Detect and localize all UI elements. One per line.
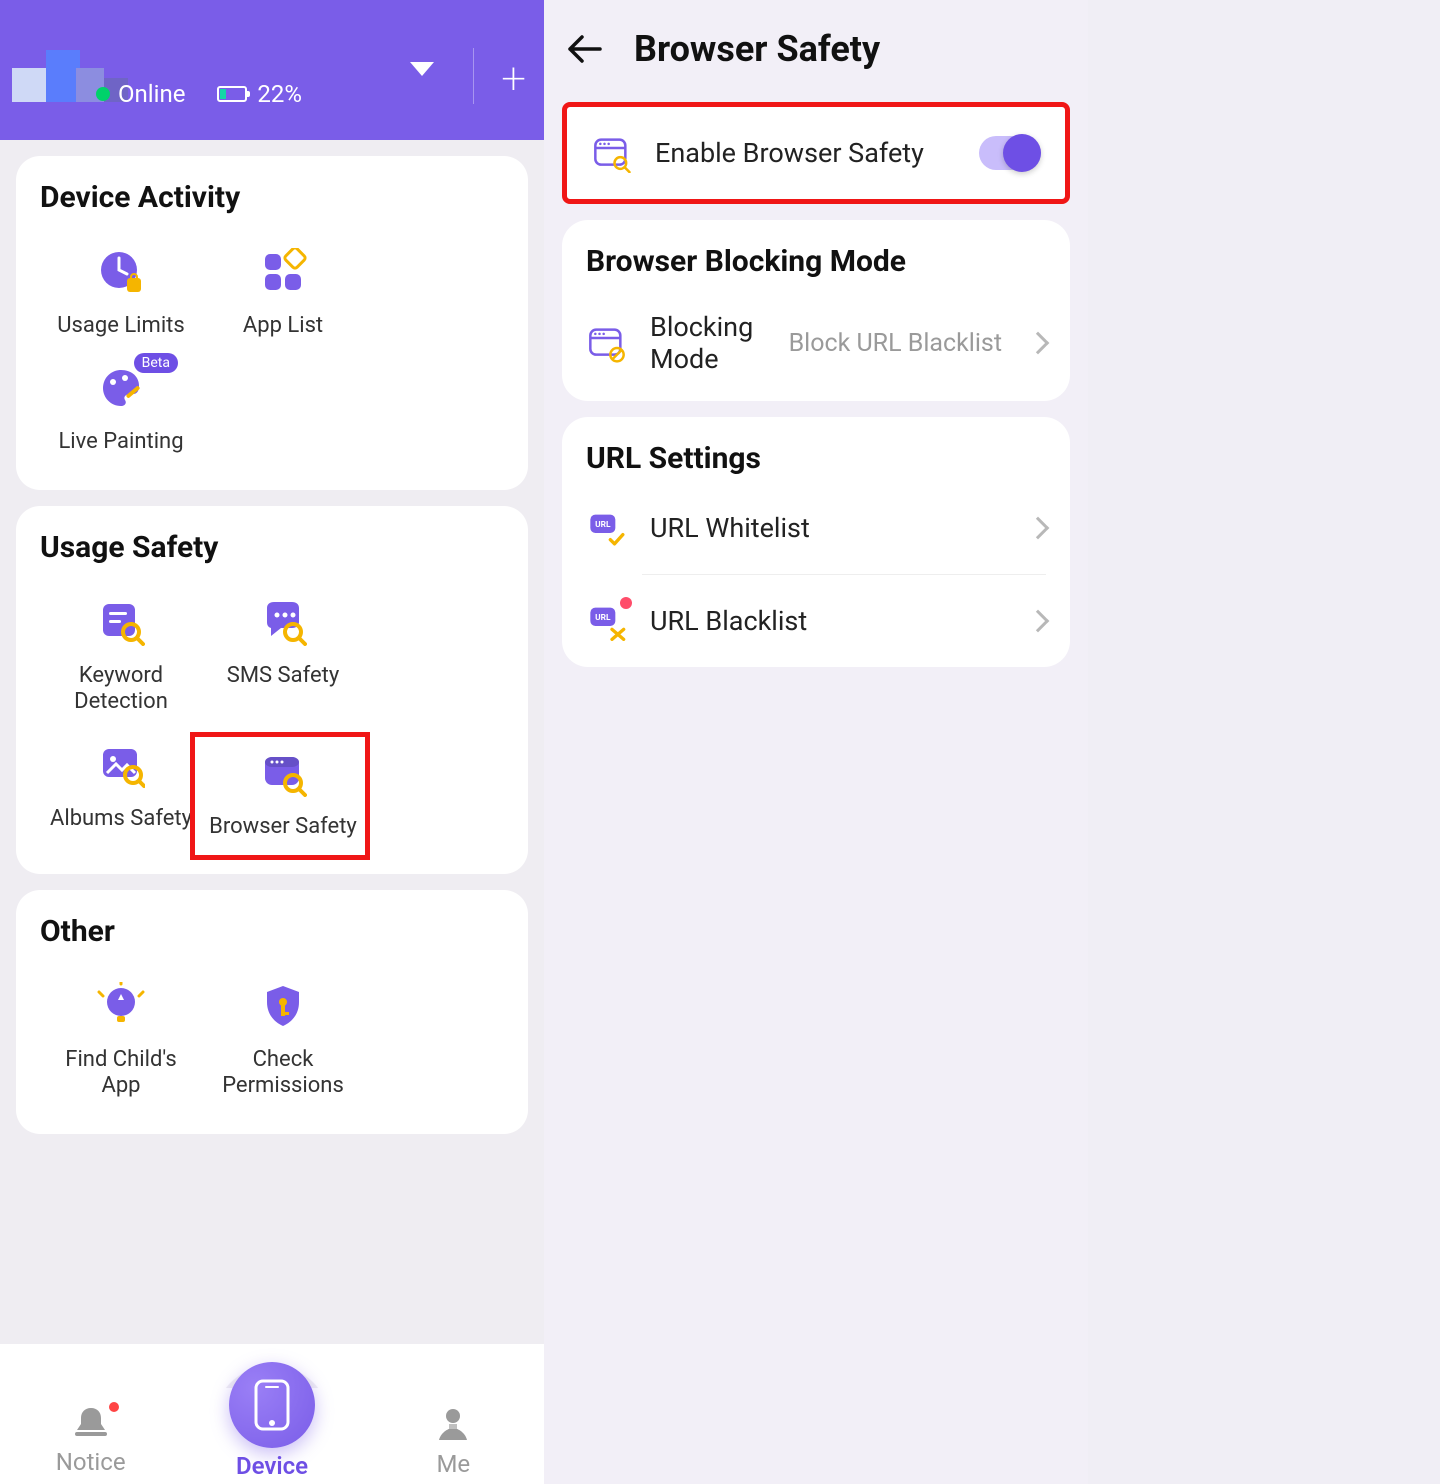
svg-text:URL: URL <box>595 520 611 530</box>
browser-safety-item[interactable]: Browser Safety <box>202 738 364 854</box>
chevron-right-icon <box>1027 517 1050 540</box>
toggle-knob <box>1003 134 1041 172</box>
nav-notice[interactable]: Notice <box>0 1388 181 1484</box>
bottom-nav: Notice Device Me <box>0 1388 544 1484</box>
arrow-left-icon <box>568 35 602 63</box>
back-button[interactable] <box>566 30 604 68</box>
clock-lock-icon <box>97 248 145 296</box>
beta-badge: Beta <box>134 353 178 373</box>
usage-safety-title: Usage Safety <box>40 530 514 565</box>
other-card: Other Find Child's App <box>16 890 528 1134</box>
person-icon <box>435 1406 471 1442</box>
add-child-button[interactable]: + <box>501 56 526 100</box>
notification-dot <box>109 1402 119 1412</box>
new-dot <box>620 597 632 609</box>
keyword-icon <box>97 598 145 646</box>
albums-icon <box>97 741 145 789</box>
usage-limits-item[interactable]: Usage Limits <box>40 237 202 353</box>
live-painting-item[interactable]: Beta Live Painting <box>40 353 202 469</box>
blocking-mode-title: Browser Blocking Mode <box>562 220 1070 285</box>
enable-toggle[interactable] <box>979 136 1041 170</box>
url-settings-card: URL Settings URL URL Whitelist URL <box>562 417 1070 667</box>
svg-text:URL: URL <box>595 613 611 623</box>
chevron-right-icon <box>1027 610 1050 633</box>
device-activity-card: Device Activity Usage Limits <box>16 156 528 490</box>
lightbulb-icon <box>97 982 145 1030</box>
apps-icon <box>259 248 307 296</box>
bell-icon <box>71 1406 111 1440</box>
url-check-icon: URL <box>587 508 627 548</box>
online-dot <box>96 87 110 101</box>
battery-pct: 22% <box>257 80 302 108</box>
find-childs-app-item[interactable]: Find Child's App <box>40 971 202 1114</box>
enable-browser-safety-row[interactable]: Enable Browser Safety <box>567 107 1065 199</box>
blocking-mode-value: Block URL Blacklist <box>789 329 1002 358</box>
child-dropdown[interactable] <box>410 62 434 76</box>
right-header: Browser Safety <box>544 0 1088 80</box>
blocking-mode-label: Blocking Mode <box>650 311 767 375</box>
other-title: Other <box>40 914 514 949</box>
browser-block-icon <box>587 323 627 363</box>
sms-safety-item[interactable]: SMS Safety <box>202 587 364 730</box>
device-status: Online 22% <box>96 80 302 108</box>
phone-icon <box>254 1379 290 1431</box>
chevron-right-icon <box>1027 332 1050 355</box>
keyword-detection-item[interactable]: Keyword Detection <box>40 587 202 730</box>
battery-icon <box>217 86 247 102</box>
app-list-item[interactable]: App List <box>202 237 364 353</box>
device-screen: Online 22% + Device Activity <box>0 0 544 1484</box>
blocking-mode-row[interactable]: Blocking Mode Block URL Blacklist <box>562 285 1070 401</box>
check-permissions-item[interactable]: Check Permissions <box>202 971 364 1114</box>
albums-safety-item[interactable]: Albums Safety <box>40 730 202 854</box>
whitelist-label: URL Whitelist <box>650 512 1008 544</box>
chevron-down-icon <box>410 62 434 76</box>
device-bubble-icon <box>229 1362 315 1448</box>
device-header: Online 22% + <box>0 0 544 140</box>
url-blacklist-row[interactable]: URL URL Blacklist <box>562 575 1070 667</box>
nav-device[interactable]: Device <box>181 1388 362 1484</box>
enable-label: Enable Browser Safety <box>655 137 957 169</box>
shield-key-icon <box>259 982 307 1030</box>
online-label: Online <box>118 80 185 108</box>
divider <box>473 48 474 104</box>
usage-safety-card: Usage Safety Keyword Detection <box>16 506 528 874</box>
enable-card: Enable Browser Safety <box>562 102 1070 204</box>
battery-status: 22% <box>217 80 302 108</box>
page-title: Browser Safety <box>634 28 880 70</box>
browser-icon <box>259 749 307 797</box>
url-settings-title: URL Settings <box>562 417 1070 482</box>
nav-me[interactable]: Me <box>363 1388 544 1484</box>
device-activity-title: Device Activity <box>40 180 514 215</box>
browser-safety-screen: Browser Safety Enable Browser Safety Bro… <box>544 0 1088 1484</box>
blocking-mode-card: Browser Blocking Mode Blocking Mode Bloc… <box>562 220 1070 401</box>
palette-icon <box>97 364 145 412</box>
url-whitelist-row[interactable]: URL URL Whitelist <box>562 482 1070 574</box>
sms-icon <box>259 598 307 646</box>
blacklist-label: URL Blacklist <box>650 605 1008 637</box>
browser-search-icon <box>592 133 632 173</box>
